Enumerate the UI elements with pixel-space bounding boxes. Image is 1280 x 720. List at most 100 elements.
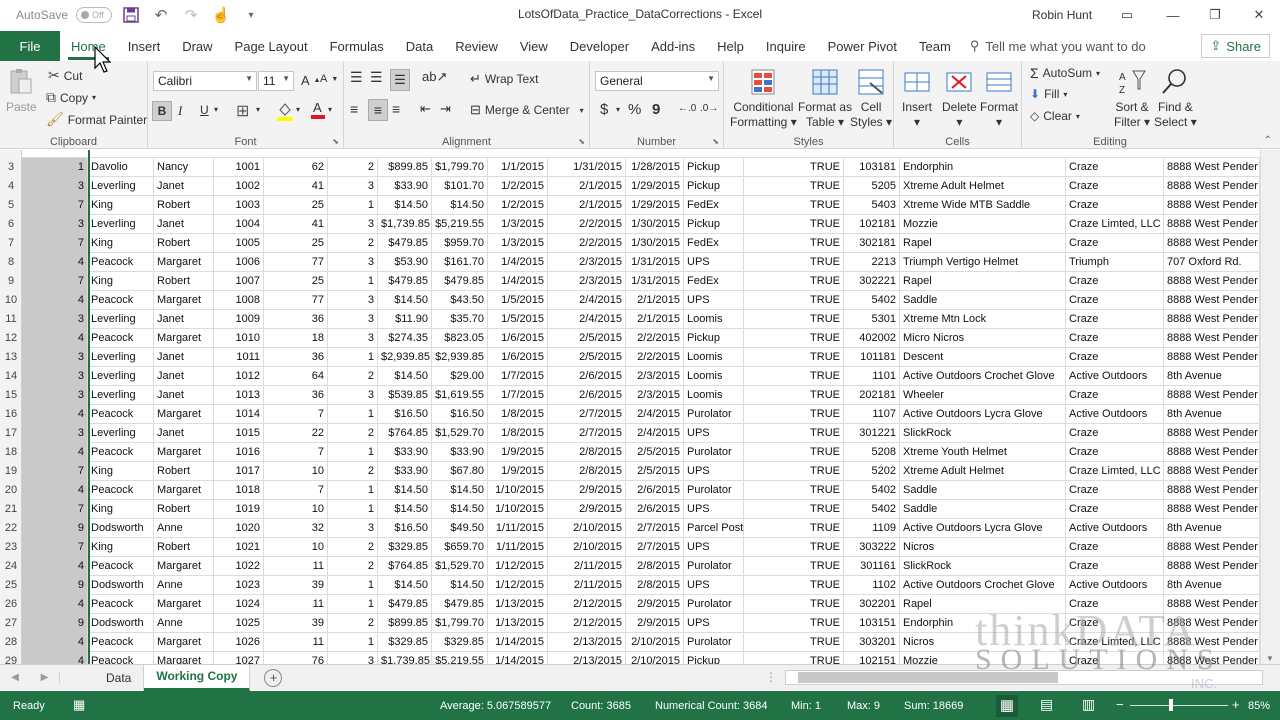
table-cell[interactable]: TRUE xyxy=(744,424,844,443)
table-cell[interactable]: 1023 xyxy=(214,576,264,595)
table-cell[interactable]: 8888 West Pender xyxy=(1164,177,1260,196)
chevron-down-icon[interactable]: ▾ xyxy=(616,105,620,114)
table-cell[interactable]: 4 xyxy=(22,329,88,348)
table-cell[interactable]: 1/4/2015 xyxy=(488,272,548,291)
table-cell[interactable]: 8888 West Pender xyxy=(1164,424,1260,443)
scroll-tabs-left-icon[interactable]: ◀ xyxy=(0,672,30,683)
table-cell[interactable]: Leverling xyxy=(88,310,154,329)
table-cell[interactable]: 2/4/2015 xyxy=(626,405,684,424)
table-cell[interactable]: 1 xyxy=(328,481,378,500)
table-cell[interactable]: 5205 xyxy=(844,177,900,196)
table-cell[interactable]: 3 xyxy=(328,386,378,405)
table-cell[interactable]: Craze xyxy=(1066,234,1164,253)
table-cell[interactable]: Xtreme Adult Helmet xyxy=(900,462,1066,481)
table-cell[interactable]: $1,529.70 xyxy=(432,424,488,443)
table-cell[interactable]: 5403 xyxy=(844,196,900,215)
table-cell[interactable]: UPS xyxy=(684,500,744,519)
table-cell[interactable]: $1,619.55 xyxy=(432,386,488,405)
table-cell[interactable]: $1,799.70 xyxy=(432,614,488,633)
table-cell[interactable]: 1/9/2015 xyxy=(488,443,548,462)
table-cell[interactable]: 2/13/2015 xyxy=(548,633,626,652)
table-cell[interactable]: Xtreme Adult Helmet xyxy=(900,177,1066,196)
table-cell[interactable]: $899.85 xyxy=(378,158,432,177)
autosum-button[interactable]: Σ AutoSum ▾ xyxy=(1030,65,1100,81)
table-cell[interactable]: 2/5/2015 xyxy=(548,329,626,348)
table-cell[interactable]: 2/9/2015 xyxy=(626,595,684,614)
table-cell[interactable]: 1004 xyxy=(214,215,264,234)
table-cell[interactable]: Davolio xyxy=(88,158,154,177)
format-cells-button[interactable]: Format ▾ xyxy=(980,67,1018,130)
row-header[interactable]: 26 xyxy=(0,595,22,614)
table-cell[interactable]: 10 xyxy=(264,500,328,519)
table-cell[interactable]: Margaret xyxy=(154,329,214,348)
table-cell[interactable]: 8888 West Pender xyxy=(1164,652,1260,664)
table-cell[interactable]: TRUE xyxy=(744,215,844,234)
table-cell[interactable]: Xtreme Youth Helmet xyxy=(900,443,1066,462)
table-cell[interactable]: 302201 xyxy=(844,595,900,614)
orientation-icon[interactable]: ab↗ xyxy=(422,69,447,85)
italic-button[interactable]: I xyxy=(178,103,182,119)
find-select-button[interactable]: Find & Select ▾ xyxy=(1154,67,1197,130)
decrease-font-icon[interactable]: A ▼ xyxy=(320,73,338,85)
table-cell[interactable]: 1/2/2015 xyxy=(488,177,548,196)
restore-icon[interactable]: ❐ xyxy=(1192,0,1238,30)
table-cell[interactable]: 2213 xyxy=(844,253,900,272)
table-cell[interactable]: Craze xyxy=(1066,481,1164,500)
table-cell[interactable]: $49.50 xyxy=(432,519,488,538)
table-cell[interactable]: Rapel xyxy=(900,272,1066,291)
table-cell[interactable]: 1/14/2015 xyxy=(488,652,548,664)
table-cell[interactable]: 9 xyxy=(22,614,88,633)
table-cell[interactable]: 11 xyxy=(264,595,328,614)
table-cell[interactable]: TRUE xyxy=(744,614,844,633)
table-cell[interactable]: 8888 West Pender xyxy=(1164,291,1260,310)
normal-view-icon[interactable]: ▦ xyxy=(996,695,1018,717)
table-cell[interactable]: Margaret xyxy=(154,291,214,310)
table-cell[interactable]: Robert xyxy=(154,538,214,557)
table-cell[interactable]: Endorphin xyxy=(900,614,1066,633)
table-cell[interactable]: 3 xyxy=(22,367,88,386)
table-cell[interactable]: 2/7/2015 xyxy=(548,405,626,424)
zoom-out-icon[interactable]: − xyxy=(1116,697,1124,712)
table-cell[interactable]: TRUE xyxy=(744,538,844,557)
currency-button[interactable]: $ xyxy=(600,101,608,118)
table-cell[interactable]: 1101 xyxy=(844,367,900,386)
table-cell[interactable]: Margaret xyxy=(154,405,214,424)
table-cell[interactable]: 1 xyxy=(328,443,378,462)
table-cell[interactable]: 7 xyxy=(22,272,88,291)
table-cell[interactable]: 1018 xyxy=(214,481,264,500)
table-cell[interactable]: 1/10/2015 xyxy=(488,500,548,519)
table-cell[interactable]: 1/3/2015 xyxy=(488,215,548,234)
table-cell[interactable]: Craze Limted, LLC xyxy=(1066,215,1164,234)
table-cell[interactable]: Triumph xyxy=(1066,253,1164,272)
table-cell[interactable]: 8888 West Pender xyxy=(1164,500,1260,519)
table-cell[interactable]: 4 xyxy=(22,443,88,462)
table-cell[interactable]: 1 xyxy=(328,595,378,614)
table-cell[interactable]: 2/6/2015 xyxy=(548,386,626,405)
table-cell[interactable]: Xtreme Wide MTB Saddle xyxy=(900,196,1066,215)
row-header[interactable]: 14 xyxy=(0,367,22,386)
share-button[interactable]: ⇪ Share xyxy=(1201,34,1270,58)
table-cell[interactable]: 36 xyxy=(264,386,328,405)
table-cell[interactable]: 5402 xyxy=(844,481,900,500)
format-as-table-button[interactable]: Format as Table ▾ xyxy=(798,67,852,130)
table-cell[interactable]: 1008 xyxy=(214,291,264,310)
row-header[interactable]: 21 xyxy=(0,500,22,519)
table-cell[interactable]: 3 xyxy=(328,177,378,196)
table-cell[interactable]: Craze Limted, LLC xyxy=(1066,633,1164,652)
table-cell[interactable]: King xyxy=(88,500,154,519)
table-cell[interactable]: UPS xyxy=(684,538,744,557)
vertical-scrollbar[interactable]: ▼ xyxy=(1260,150,1280,664)
table-cell[interactable]: Craze xyxy=(1066,196,1164,215)
table-cell[interactable]: 2/1/2015 xyxy=(626,291,684,310)
table-cell[interactable]: Peacock xyxy=(88,405,154,424)
table-cell[interactable]: Xtreme Mtn Lock xyxy=(900,310,1066,329)
table-cell[interactable]: 2/8/2015 xyxy=(548,443,626,462)
table-cell[interactable]: Loomis xyxy=(684,367,744,386)
table-cell[interactable]: 1/13/2015 xyxy=(488,614,548,633)
table-cell[interactable]: Purolator xyxy=(684,557,744,576)
table-cell[interactable]: $14.50 xyxy=(432,576,488,595)
table-cell[interactable]: Active Outdoors Crochet Glove xyxy=(900,576,1066,595)
table-cell[interactable]: Saddle xyxy=(900,500,1066,519)
table-cell[interactable]: 1011 xyxy=(214,348,264,367)
table-cell[interactable]: Active Outdoors xyxy=(1066,367,1164,386)
